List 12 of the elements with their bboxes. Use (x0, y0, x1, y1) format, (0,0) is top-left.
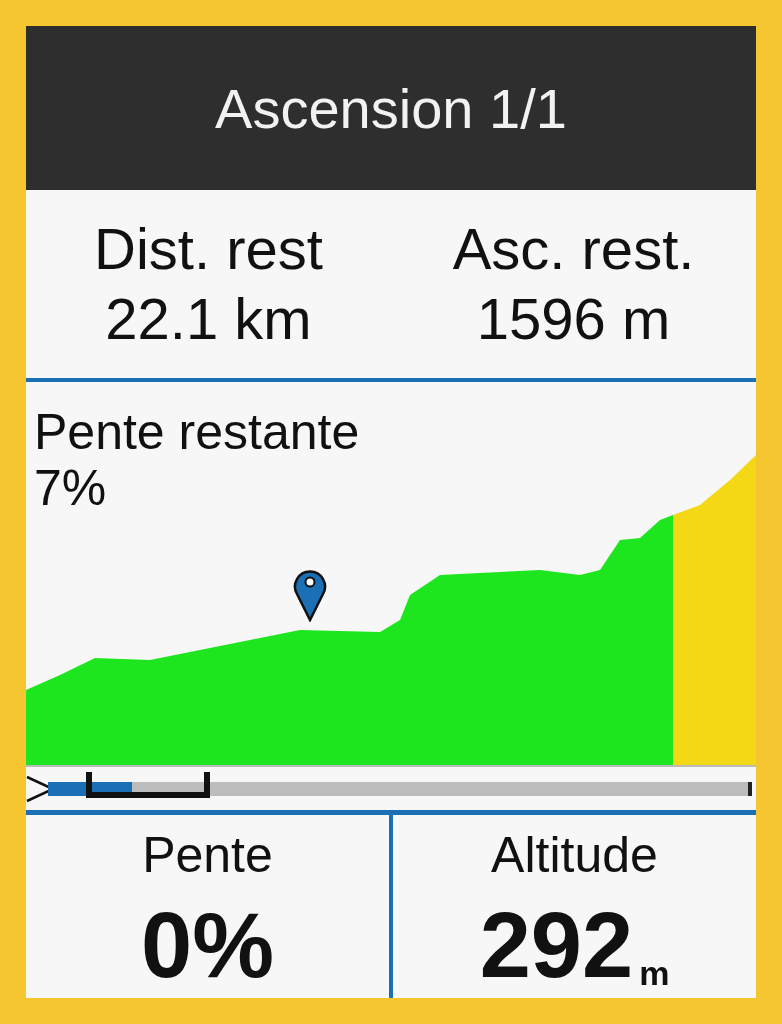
graph-label: Pente restante (34, 404, 360, 460)
field-label: Pente (142, 826, 273, 885)
stat-value: 1596 m (476, 285, 671, 353)
field-value: 292 (479, 895, 634, 995)
screen-title: Ascension 1/1 (215, 75, 567, 141)
stat-label: Dist. rest (94, 215, 323, 283)
graph-value: 7% (34, 460, 107, 516)
field-label: Altitude (491, 826, 658, 885)
field-value: 0% (141, 895, 274, 995)
unit-label: m (639, 953, 670, 994)
stat-label: Asc. rest. (452, 215, 695, 283)
stat-value: 22.1 km (105, 285, 312, 353)
